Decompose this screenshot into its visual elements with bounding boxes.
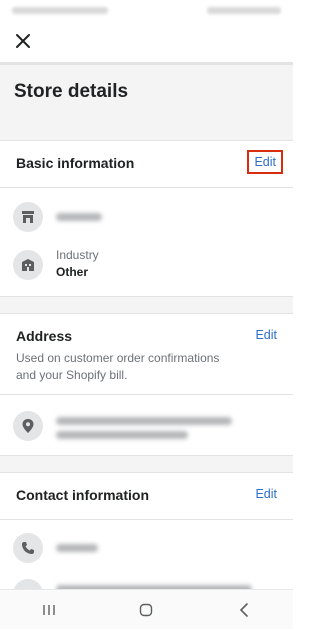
top-bar [0, 22, 293, 62]
system-navigation-bar [0, 589, 293, 629]
status-bar-right-blurred [207, 7, 281, 14]
status-bar-left-blurred [12, 7, 108, 14]
section-gap [0, 118, 293, 140]
basic-info-edit-link[interactable]: Edit [247, 150, 283, 174]
home-button[interactable] [126, 595, 166, 625]
card-header: Address Edit Used on customer order conf… [0, 314, 293, 394]
store-name-row [0, 188, 293, 246]
address-edit-link[interactable]: Edit [255, 328, 277, 342]
store-name-blurred [56, 213, 102, 221]
section-gap [0, 456, 293, 472]
industry-icon-badge [13, 250, 43, 280]
contact-information-card: Contact information Edit [0, 472, 293, 608]
recent-apps-button[interactable] [29, 595, 69, 625]
address-line2-blurred [56, 431, 188, 439]
basic-information-card: Basic information Edit Industry Other [0, 140, 293, 297]
status-bar [0, 0, 293, 22]
address-card: Address Edit Used on customer order conf… [0, 313, 293, 456]
industry-row: Industry Other [0, 246, 293, 298]
page-title: Store details [14, 81, 129, 102]
address-description: Used on customer order confirmations and… [16, 351, 220, 382]
address-line1-blurred [56, 417, 232, 425]
address-row [0, 395, 293, 457]
close-icon [16, 34, 30, 48]
recent-apps-icon [43, 604, 55, 615]
card-title: Address [16, 328, 73, 344]
section-gap [0, 297, 293, 313]
close-button[interactable] [10, 28, 36, 54]
phone-icon [22, 542, 34, 554]
phone-number-blurred [56, 544, 98, 552]
location-pin-icon [22, 419, 34, 433]
contact-edit-link[interactable]: Edit [255, 487, 277, 501]
back-icon [240, 602, 248, 617]
industry-label: Industry [56, 248, 99, 262]
address-icon-badge [13, 411, 43, 441]
store-icon [22, 211, 34, 223]
home-icon [140, 603, 153, 616]
card-title: Contact information [16, 487, 149, 503]
back-button[interactable] [224, 595, 264, 625]
card-title: Basic information [16, 155, 135, 171]
phone-icon-badge [13, 533, 43, 563]
card-header: Contact information Edit [0, 473, 293, 519]
phone-row [0, 520, 293, 576]
title-bar: Store details [0, 62, 293, 118]
building-icon [22, 259, 34, 271]
card-header: Basic information Edit [0, 141, 293, 187]
store-icon-badge [13, 202, 43, 232]
industry-value: Other [56, 265, 89, 279]
